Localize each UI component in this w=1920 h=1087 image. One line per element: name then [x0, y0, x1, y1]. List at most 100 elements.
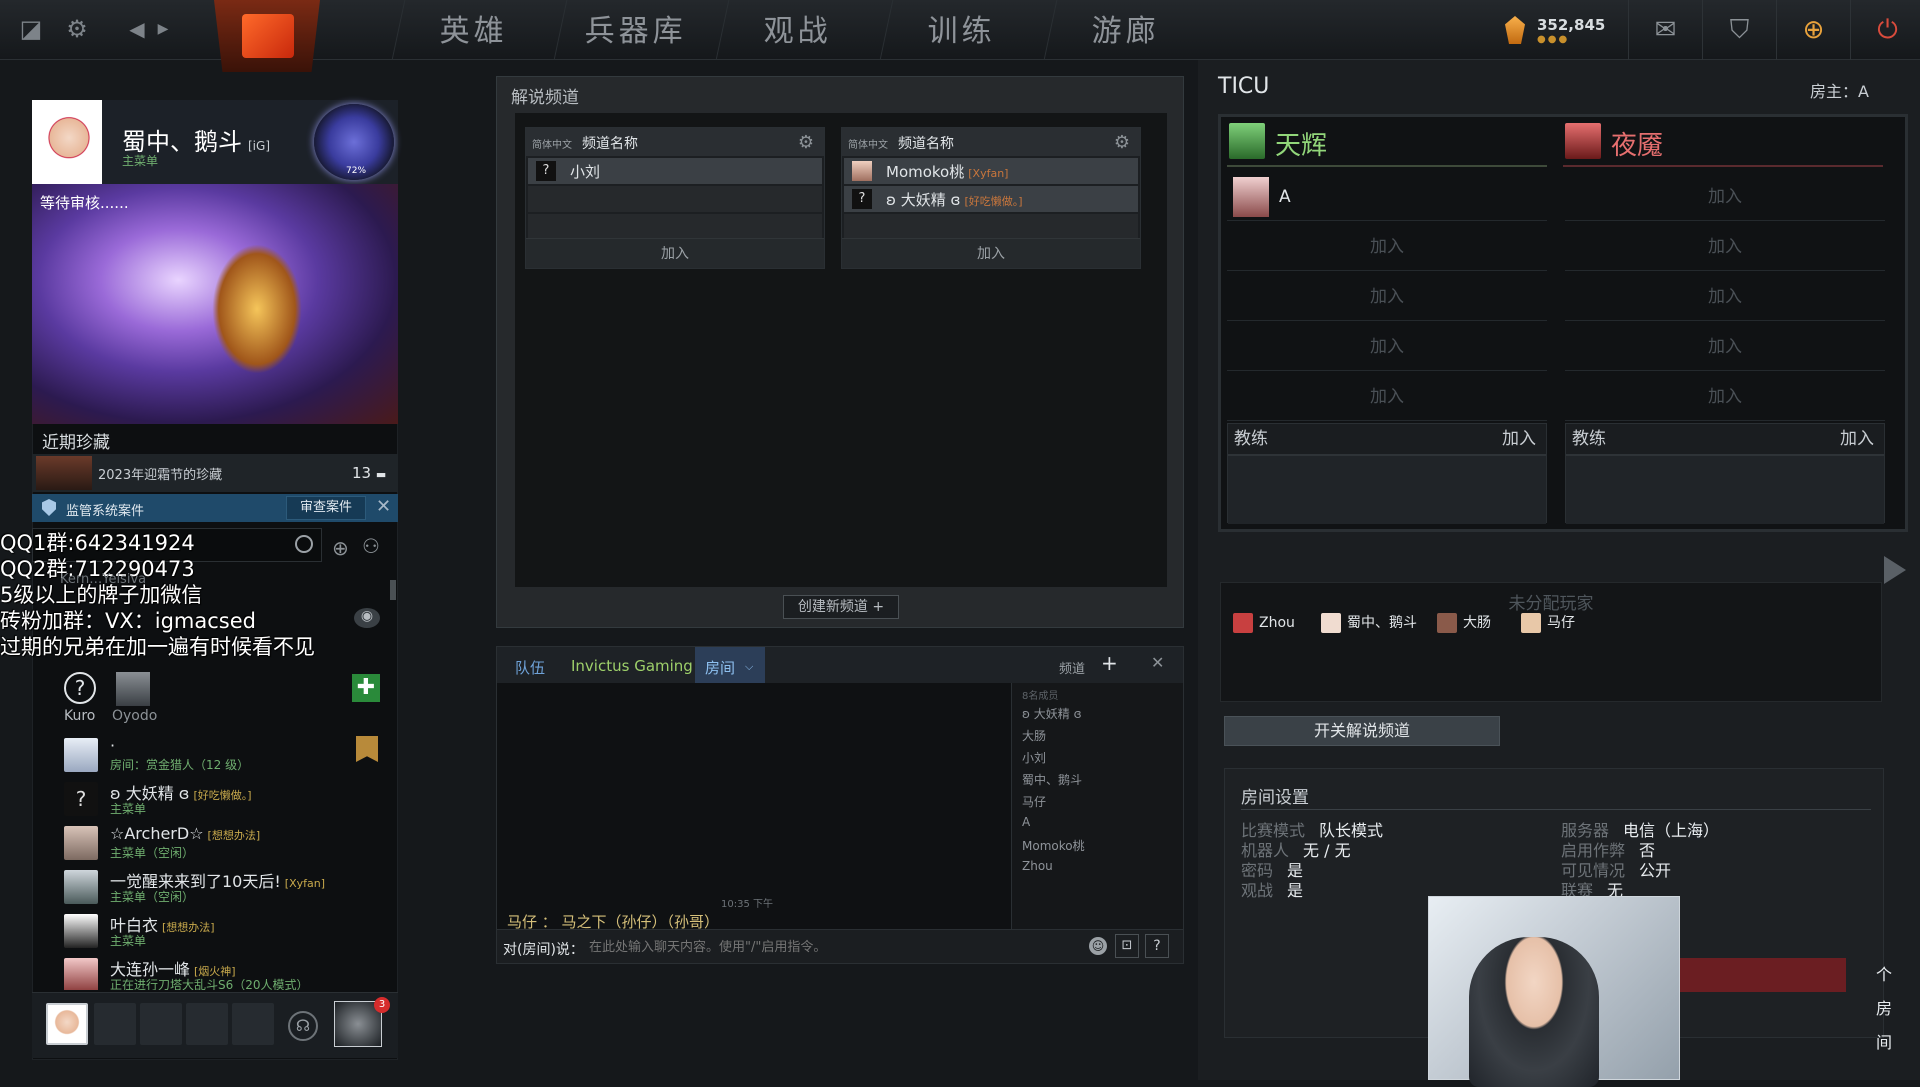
channel-name[interactable]: 频道名称: [898, 133, 954, 153]
channel-name[interactable]: 频道名称: [582, 133, 638, 153]
join-channel-button[interactable]: 加入: [526, 238, 824, 268]
chat-member[interactable]: 马仔: [1022, 793, 1046, 810]
chat-member[interactable]: Zhou: [1022, 859, 1053, 873]
gear-icon[interactable]: ⚙: [798, 132, 814, 153]
coach-join-button[interactable]: 加入: [1502, 424, 1536, 454]
avatar[interactable]: [38, 108, 100, 174]
radiant-join-slot[interactable]: 加入: [1227, 373, 1547, 421]
tab-learn[interactable]: 训练: [879, 0, 1043, 60]
dota-icon[interactable]: ◪: [16, 14, 46, 44]
party-slot[interactable]: [94, 1003, 136, 1045]
join-channel-button[interactable]: 加入: [842, 238, 1140, 268]
channel-label[interactable]: 频道: [1059, 658, 1085, 677]
list-item[interactable]: ☆ArcherD☆ [想想办法] 主菜单（空闲）: [56, 824, 386, 864]
channel-member[interactable]: ? ʚ 大妖精 ɞ [好吃懒做。]: [844, 186, 1138, 212]
friend-avatar: [64, 958, 98, 990]
gear-icon[interactable]: ⚙: [62, 14, 92, 44]
profile-header[interactable]: 蜀中、鹅斗 [iG] 主菜单 72%: [32, 100, 398, 184]
unassigned-player[interactable]: 大肠: [1437, 611, 1491, 635]
dire-join-slot[interactable]: 加入: [1565, 173, 1885, 221]
quick-friend-name[interactable]: Oyodo: [112, 708, 157, 724]
dota-logo-button[interactable]: [214, 0, 320, 72]
tab-arcade[interactable]: 游廊: [1043, 0, 1207, 60]
party-slot[interactable]: [186, 1003, 228, 1045]
chat-member[interactable]: ʚ 大妖精 ɞ: [1022, 705, 1082, 722]
dire-join-slot[interactable]: 加入: [1565, 223, 1885, 271]
quick-friend-name[interactable]: Kuro: [64, 708, 95, 724]
dire-join-slot[interactable]: 加入: [1565, 323, 1885, 371]
radiant-join-slot[interactable]: 加入: [1227, 273, 1547, 321]
chat-member[interactable]: 蜀中、鹅斗: [1022, 771, 1082, 788]
unassigned-player[interactable]: 蜀中、鹅斗: [1321, 611, 1417, 635]
close-icon[interactable]: ✕: [376, 496, 391, 517]
dire-join-slot[interactable]: 加入: [1565, 373, 1885, 421]
radiant-join-slot[interactable]: 加入: [1227, 223, 1547, 271]
help-icon[interactable]: ?: [1145, 934, 1169, 958]
voice-icon[interactable]: ☊: [288, 1011, 318, 1041]
profile-banner[interactable]: 等待审核......: [32, 184, 398, 424]
coach-join-button[interactable]: 加入: [1840, 424, 1874, 454]
currency-display[interactable]: 352,845 ●●●: [1505, 14, 1615, 50]
party-slot[interactable]: [232, 1003, 274, 1045]
gear-icon[interactable]: ⚙: [1114, 132, 1130, 153]
channel-member-name: ʚ 大妖精 ɞ [好吃懒做。]: [886, 189, 1023, 210]
list-item[interactable]: 一觉醒来来到了10天后! [Xyfan] 主菜单（空闲）: [56, 868, 386, 908]
tab-heroes[interactable]: 英雄: [391, 0, 555, 60]
mail-icon[interactable]: ✉: [1628, 0, 1702, 60]
eye-icon[interactable]: ◉: [354, 608, 380, 628]
player-avatar: [1521, 613, 1541, 633]
coach-label: 教练: [1234, 429, 1268, 449]
add-channel-icon[interactable]: +: [1101, 651, 1118, 675]
toggle-broadcast-button[interactable]: 开关解说频道: [1224, 716, 1500, 746]
help-icon[interactable]: ?: [64, 672, 96, 704]
unassigned-player[interactable]: Zhou: [1233, 611, 1295, 635]
dire-join-slot[interactable]: 加入: [1565, 273, 1885, 321]
rank-medal-icon[interactable]: 72%: [314, 104, 394, 180]
list-item[interactable]: ? ʚ 大妖精 ɞ [好吃懒做。] 主菜单: [56, 780, 386, 820]
armory-icon[interactable]: ⛉: [1702, 0, 1776, 60]
tab-invictus[interactable]: Invictus Gaming: [571, 657, 693, 675]
leave-label: 个房间: [1876, 965, 1893, 1052]
review-case-button[interactable]: 审查案件: [286, 496, 366, 520]
add-party-icon[interactable]: ✚: [352, 674, 380, 702]
expand-arrow-icon[interactable]: [1884, 556, 1906, 584]
party-slot-self[interactable]: [46, 1003, 88, 1045]
radiant-join-slot[interactable]: 加入: [1227, 323, 1547, 371]
list-item[interactable]: 大连孙一峰 [烟火神] 正在进行刀塔大乱斗S6（20人模式）: [56, 956, 386, 990]
chat-member[interactable]: 小刘: [1022, 749, 1046, 766]
ticket-icon: ▬: [375, 468, 387, 481]
recent-treasure-row[interactable]: 2023年迎霜节的珍藏 13 ▬: [32, 454, 398, 492]
chat-wheel-icon[interactable]: ⊡: [1115, 934, 1139, 958]
create-channel-button[interactable]: 创建新频道 +: [783, 595, 899, 619]
chat-input[interactable]: [589, 936, 989, 958]
close-icon[interactable]: ✕: [1151, 653, 1164, 672]
party-slot[interactable]: [140, 1003, 182, 1045]
chat-member[interactable]: A: [1022, 815, 1030, 829]
list-item[interactable]: 叶白衣 [想想办法] 主菜单: [56, 912, 386, 952]
channel-member[interactable]: ? 小刘: [528, 158, 822, 184]
friend-status: 正在进行刀塔大乱斗S6（20人模式）: [110, 978, 309, 990]
unassigned-player[interactable]: 马仔: [1521, 611, 1575, 635]
friend-tag: [Xyfan]: [284, 877, 325, 890]
forward-arrow-icon[interactable]: ▶: [148, 14, 178, 44]
leave-lobby-button[interactable]: 个房间 ✕: [1676, 958, 1892, 1052]
quick-friend-avatar[interactable]: [116, 672, 150, 706]
tab-watch[interactable]: 观战: [715, 0, 879, 60]
friend-name: ☆ArcherD☆ [想想办法]: [110, 824, 260, 843]
dire-coach-box: 教练 加入: [1565, 423, 1885, 524]
emoticon-icon[interactable]: ☺: [1089, 937, 1107, 955]
member-name-text: ʚ 大妖精 ɞ: [886, 191, 961, 209]
list-item[interactable]: · 房间：赏金猎人（12 级）: [56, 736, 386, 776]
power-icon[interactable]: ⏻: [1850, 0, 1920, 60]
chat-member[interactable]: Momoko桃: [1022, 837, 1085, 854]
radiant-icon: [1229, 123, 1265, 159]
tab-room[interactable]: 房间 ⌵: [695, 647, 765, 683]
dota-logo-icon: [242, 14, 294, 58]
tab-armory[interactable]: 兵器库: [553, 0, 717, 60]
channel-member[interactable]: Momoko桃 [Xyfan]: [844, 158, 1138, 184]
chat-target-prefix[interactable]: 对(房间)说：: [503, 939, 584, 959]
tab-team[interactable]: 队伍: [515, 657, 545, 678]
chat-member[interactable]: 大肠: [1022, 727, 1046, 744]
radiant-slot-filled[interactable]: A: [1227, 173, 1547, 221]
plus-shop-icon[interactable]: ⊕: [1776, 0, 1850, 60]
